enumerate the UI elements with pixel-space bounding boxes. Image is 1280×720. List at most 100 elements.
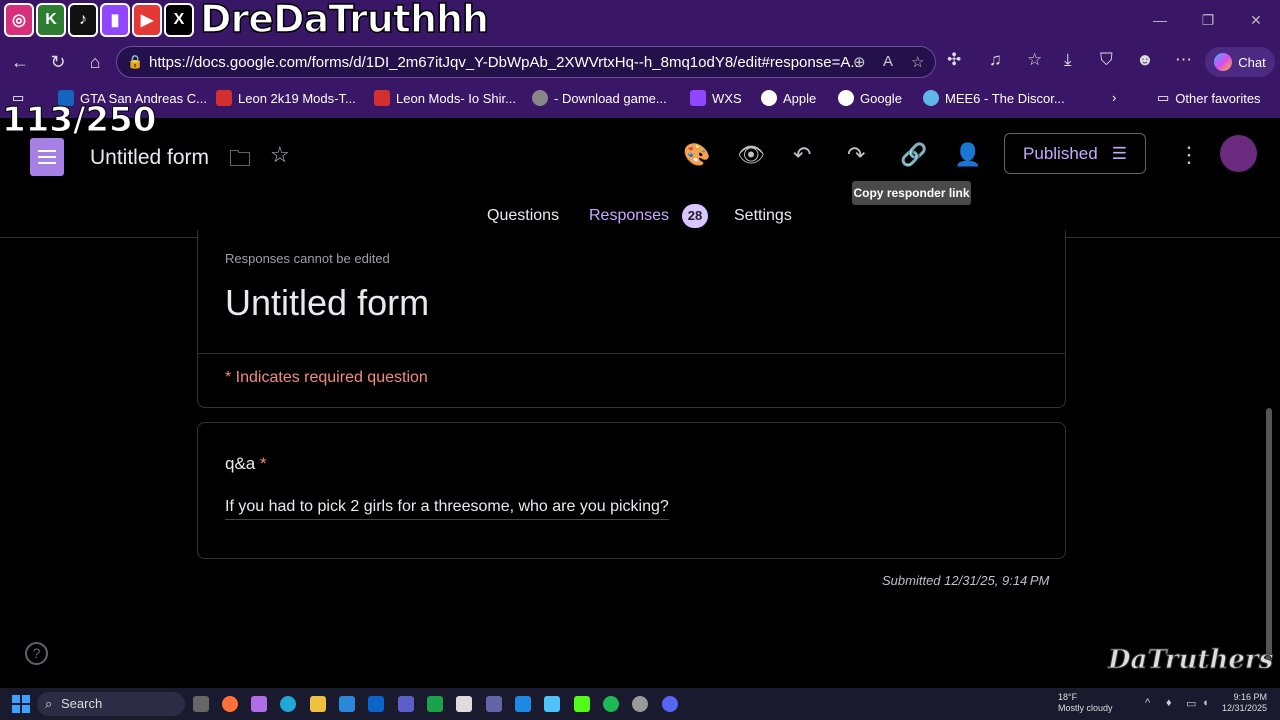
discord-icon[interactable]: [662, 696, 678, 712]
x-icon: X: [164, 3, 194, 37]
preview-eye-icon[interactable]: 👁: [737, 142, 765, 168]
outlook-icon[interactable]: [368, 696, 384, 712]
browser-chrome: ◎ K ♪ ▮ ▶ X DreDaTruthhh — ❐ ✕ ← ↻ ⌂ 🔒 h…: [0, 0, 1280, 118]
windows-start-icon[interactable]: [12, 695, 30, 713]
tray-overflow-icon[interactable]: ^: [1145, 697, 1150, 709]
task-view-icon[interactable]: [193, 696, 209, 712]
form-title[interactable]: Untitled form: [90, 146, 209, 170]
bookmark-label: Google: [860, 90, 902, 106]
firefox-icon[interactable]: [222, 696, 238, 712]
avatar[interactable]: [1220, 135, 1257, 172]
back-icon[interactable]: ←: [8, 50, 32, 74]
add-collaborator-icon[interactable]: 👤: [954, 142, 981, 168]
weather-widget[interactable]: 18°F Mostly cloudy: [1058, 692, 1113, 714]
url-text[interactable]: https://docs.google.com/forms/d/1DI_2m67…: [149, 54, 863, 71]
store-icon[interactable]: [339, 696, 355, 712]
spotify-icon[interactable]: [603, 696, 619, 712]
google-forms-logo-icon[interactable]: [30, 138, 64, 176]
bookmark-item[interactable]: Leon Mods- Io Shir...: [374, 90, 516, 106]
copilot-chat-button[interactable]: Chat: [1205, 47, 1275, 77]
search-icon: ⌕: [45, 696, 53, 711]
obs-icon[interactable]: [632, 696, 648, 712]
kick-icon: K: [36, 3, 66, 37]
bookmark-item[interactable]: Google: [838, 90, 902, 106]
tab-settings[interactable]: Settings: [734, 207, 792, 225]
wordpress-icon: [532, 90, 548, 106]
forms-header: Untitled form 🗀 ☆ 🎨 👁 ↶ ↷ 🔗 👤 Published …: [0, 118, 1280, 238]
taskbar: ⌕ Search 18°F Mostly cloudy ^ ♦ ▭ ◖ 9:16…: [0, 688, 1280, 720]
copilot-app-icon[interactable]: [251, 696, 267, 712]
bookmark-item[interactable]: WXS: [690, 90, 742, 106]
network-icon[interactable]: ▭: [1186, 697, 1196, 710]
address-row: ← ↻ ⌂ 🔒 https://docs.google.com/forms/d/…: [0, 42, 1280, 82]
bookmark-label: Leon 2k19 Mods-T...: [238, 90, 356, 106]
bookmark-item[interactable]: MEE6 - The Discor...: [923, 90, 1065, 106]
site-info-icon[interactable]: 🔒: [127, 54, 143, 70]
green-app-icon[interactable]: [427, 696, 443, 712]
window-controls: — ❐ ✕: [1136, 0, 1280, 40]
published-button[interactable]: Published ☰: [1004, 133, 1146, 174]
app-icon[interactable]: [515, 696, 531, 712]
clock[interactable]: 9:16 PM 12/31/2025: [1222, 692, 1267, 714]
zoom-icon[interactable]: ⊕: [853, 53, 866, 71]
taskbar-search[interactable]: ⌕ Search: [37, 692, 185, 716]
more-options-icon[interactable]: ⋮: [1178, 142, 1200, 168]
favorites-icon[interactable]: ☆: [1027, 50, 1042, 70]
undo-icon[interactable]: ↶: [793, 142, 811, 168]
refresh-icon[interactable]: ↻: [46, 50, 70, 74]
move-to-folder-icon[interactable]: 🗀: [229, 142, 251, 180]
more-menu-icon[interactable]: ⋯: [1175, 50, 1192, 70]
window-app-icon[interactable]: [456, 696, 472, 712]
scrollbar[interactable]: [1266, 408, 1272, 666]
twitch-icon: ▮: [100, 3, 130, 37]
read-aloud-icon[interactable]: A: [883, 53, 893, 70]
bookmark-label: Apple: [783, 90, 817, 106]
kick-app-icon[interactable]: [574, 696, 590, 712]
address-bar[interactable]: 🔒 https://docs.google.com/forms/d/1DI_2m…: [116, 46, 936, 78]
minimize-button[interactable]: —: [1136, 0, 1184, 40]
bookmark-item[interactable]: Apple: [761, 90, 816, 106]
other-favorites[interactable]: ▭ Other favorites: [1157, 90, 1261, 106]
tooltip: Copy responder link: [852, 181, 971, 205]
downloads-icon[interactable]: ⤓: [1064, 50, 1072, 70]
bookmark-favicon: [216, 90, 232, 106]
close-button[interactable]: ✕: [1232, 0, 1280, 40]
title-bar: ◎ K ♪ ▮ ▶ X DreDaTruthhh — ❐ ✕: [0, 0, 1280, 42]
chat-label: Chat: [1238, 54, 1266, 70]
home-icon[interactable]: ⌂: [83, 50, 107, 74]
tab-responses[interactable]: Responses: [589, 207, 669, 225]
browser-essentials-icon[interactable]: ⛉: [1100, 50, 1113, 70]
media-icon[interactable]: ♫: [989, 50, 1002, 70]
answer-text: If you had to pick 2 girls for a threeso…: [225, 498, 669, 520]
mee6-icon: [923, 90, 939, 106]
tab-questions[interactable]: Questions: [487, 207, 559, 225]
extensions-icon[interactable]: ✣: [947, 50, 961, 70]
redo-icon[interactable]: ↷: [847, 142, 865, 168]
volume-icon[interactable]: ◖: [1202, 697, 1209, 709]
profile-icon[interactable]: ☻: [1136, 50, 1154, 70]
apple-icon: [761, 90, 777, 106]
youtube-icon: ▶: [132, 3, 162, 37]
edge-icon[interactable]: [280, 696, 296, 712]
photos-icon[interactable]: [544, 696, 560, 712]
help-icon[interactable]: ?: [25, 642, 48, 665]
star-icon[interactable]: ☆: [270, 142, 290, 168]
bookmarks-overflow-icon[interactable]: ›: [1112, 90, 1116, 105]
favorite-star-icon[interactable]: ☆: [911, 53, 924, 71]
link-icon[interactable]: 🔗: [900, 142, 927, 168]
tiktok-icon: ♪: [68, 3, 98, 37]
bookmark-item[interactable]: Leon 2k19 Mods-T...: [216, 90, 356, 106]
file-explorer-icon[interactable]: [310, 696, 326, 712]
search-label: Search: [61, 696, 103, 711]
customize-theme-icon[interactable]: 🎨: [683, 142, 710, 168]
mic-icon[interactable]: ♦: [1166, 697, 1172, 709]
bookmark-item[interactable]: - Download game...: [532, 90, 667, 106]
restore-button[interactable]: ❐: [1184, 0, 1232, 40]
teams-icon[interactable]: [398, 696, 414, 712]
instagram-icon: ◎: [4, 3, 34, 37]
required-note: * Indicates required question: [225, 369, 428, 386]
response-count-badge: 28: [682, 204, 708, 228]
weather-temp: 18°F: [1058, 692, 1078, 702]
app-icon[interactable]: [486, 696, 502, 712]
divider: [198, 353, 1065, 354]
